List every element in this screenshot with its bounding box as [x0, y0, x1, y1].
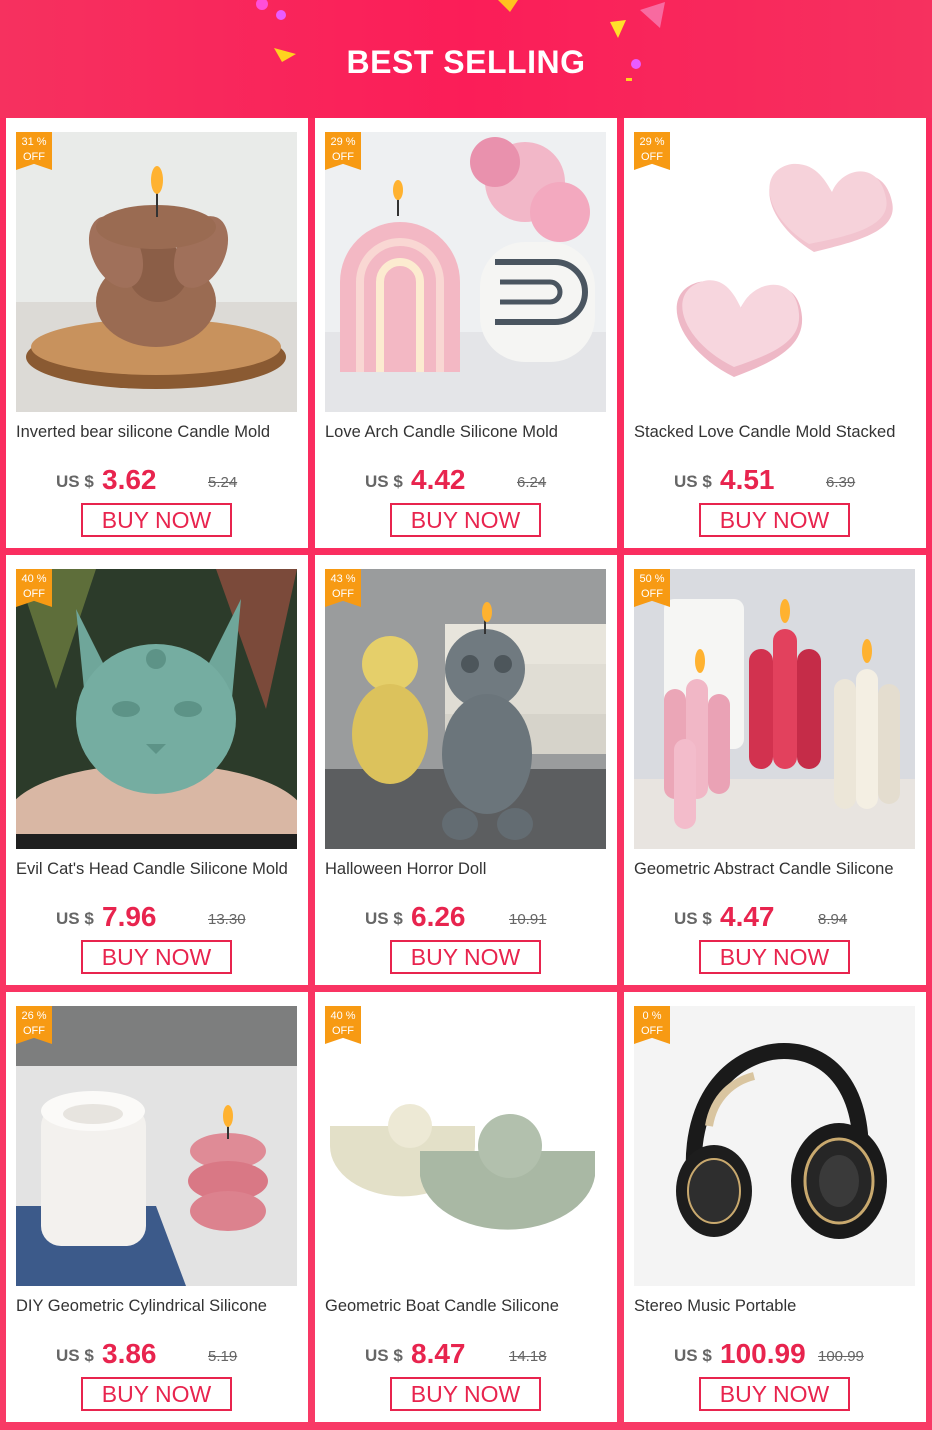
sale-price: 8.47 [411, 1338, 466, 1369]
original-price: 14.18 [509, 1348, 547, 1365]
horror-doll-candle-image[interactable] [325, 569, 606, 849]
currency-label: US $ [674, 1346, 712, 1365]
product-title[interactable]: Stacked Love Candle Mold Stacked [634, 423, 919, 442]
buy-now-button[interactable]: BUY NOW [390, 1377, 541, 1411]
price-row: US $ 6.26 10.91 [365, 901, 605, 935]
product-card[interactable]: 29 % OFF Stacked Love Candle Mold Stacked… [624, 118, 926, 548]
page-title: BEST SELLING [346, 44, 586, 80]
product-card[interactable]: 31 % OFF Inverted bear silicone Candle Mo… [6, 118, 308, 548]
sale-price: 7.96 [102, 901, 157, 932]
headphones-image[interactable] [634, 1006, 915, 1286]
arch-candle-image[interactable] [325, 132, 606, 412]
currency-label: US $ [365, 1346, 403, 1365]
header-banner: BEST SELLING [0, 0, 932, 118]
currency-label: US $ [365, 909, 403, 928]
price-row: US $ 7.96 13.30 [56, 901, 296, 935]
buy-now-button[interactable]: BUY NOW [81, 940, 232, 974]
cylinder-candle-image[interactable] [16, 1006, 297, 1286]
original-price: 5.19 [208, 1348, 238, 1365]
product-title[interactable]: Geometric Abstract Candle Silicone [634, 860, 919, 879]
currency-label: US $ [674, 472, 712, 491]
buy-now-button[interactable]: BUY NOW [81, 1377, 232, 1411]
product-title[interactable]: Halloween Horror Doll [325, 860, 610, 879]
buy-now-button[interactable]: BUY NOW [390, 503, 541, 537]
sale-price: 3.62 [102, 464, 157, 495]
price-row: US $ 8.47 14.18 [365, 1338, 605, 1372]
original-price: 6.39 [826, 474, 856, 491]
sale-price: 100.99 [720, 1338, 806, 1369]
product-card[interactable]: 26 % OFF DIY Geometric Cylindrical Silico… [6, 992, 308, 1422]
price-row: US $ 4.47 8.94 [674, 901, 914, 935]
original-price: 6.24 [517, 474, 547, 491]
sale-price: 3.86 [102, 1338, 157, 1369]
buy-now-button[interactable]: BUY NOW [390, 940, 541, 974]
product-title[interactable]: Stereo Music Portable [634, 1297, 919, 1316]
original-price: 10.91 [509, 911, 547, 928]
sale-price: 4.47 [720, 901, 775, 932]
price-row: US $ 100.99 100.99 [674, 1338, 914, 1372]
price-row: US $ 4.51 6.39 [674, 464, 914, 498]
bear-candle-image[interactable] [16, 132, 297, 412]
price-row: US $ 3.86 5.19 [56, 1338, 296, 1372]
product-title[interactable]: Inverted bear silicone Candle Mold [16, 423, 301, 442]
heart-candle-image[interactable] [634, 132, 915, 412]
pillar-candles-image[interactable] [634, 569, 915, 849]
product-title[interactable]: DIY Geometric Cylindrical Silicone [16, 1297, 301, 1316]
product-title[interactable]: Geometric Boat Candle Silicone [325, 1297, 610, 1316]
buy-now-button[interactable]: BUY NOW [699, 503, 850, 537]
currency-label: US $ [56, 472, 94, 491]
product-title[interactable]: Evil Cat's Head Candle Silicone Mold [16, 860, 301, 879]
sale-price: 4.42 [411, 464, 466, 495]
currency-label: US $ [674, 909, 712, 928]
product-card[interactable]: 0 % OFF Stereo Music Portable US $ 100.99… [624, 992, 926, 1422]
original-price: 5.24 [208, 474, 238, 491]
product-card[interactable]: 50 % OFF Geometric Abstract Candle Silico… [624, 555, 926, 985]
original-price: 100.99 [818, 1348, 864, 1365]
boat-candle-image[interactable] [325, 1006, 606, 1286]
product-card[interactable]: 40 % OFF Evil Cat's Head Candle Silicone … [6, 555, 308, 985]
product-card[interactable]: 43 % OFF Halloween Horror Doll US $ 6.26 … [315, 555, 617, 985]
product-card[interactable]: 40 % OFF Geometric Boat Candle Silicone U… [315, 992, 617, 1422]
buy-now-button[interactable]: BUY NOW [699, 1377, 850, 1411]
sale-price: 6.26 [411, 901, 466, 932]
original-price: 13.30 [208, 911, 246, 928]
sale-price: 4.51 [720, 464, 775, 495]
price-row: US $ 3.62 5.24 [56, 464, 296, 498]
buy-now-button[interactable]: BUY NOW [699, 940, 850, 974]
cat-head-candle-image[interactable] [16, 569, 297, 849]
currency-label: US $ [365, 472, 403, 491]
buy-now-button[interactable]: BUY NOW [81, 503, 232, 537]
product-title[interactable]: Love Arch Candle Silicone Mold [325, 423, 610, 442]
currency-label: US $ [56, 909, 94, 928]
product-card[interactable]: 29 % OFF Love Arch Candle Silicone Mold U… [315, 118, 617, 548]
original-price: 8.94 [818, 911, 848, 928]
currency-label: US $ [56, 1346, 94, 1365]
price-row: US $ 4.42 6.24 [365, 464, 605, 498]
